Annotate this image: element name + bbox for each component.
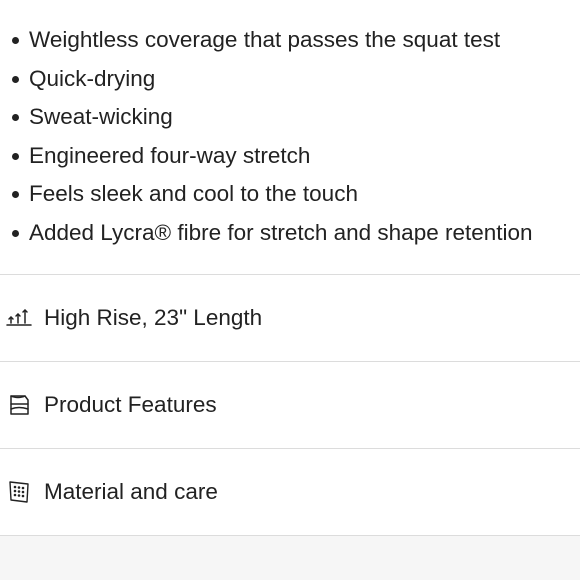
feature-item: Engineered four-way stretch xyxy=(12,140,580,179)
section-label: Product Features xyxy=(44,392,217,417)
footer-band xyxy=(0,536,580,580)
feature-list: Weightless coverage that passes the squa… xyxy=(0,0,580,255)
feature-item: Weightless coverage that passes the squa… xyxy=(12,24,580,63)
product-features-icon xyxy=(6,392,32,418)
material-care-icon xyxy=(6,479,32,505)
bullet-dot xyxy=(12,75,19,83)
product-details-panel: Weightless coverage that passes the squa… xyxy=(0,0,580,580)
bullet-dot xyxy=(12,114,19,121)
section-label: High Rise, 23" Length xyxy=(44,305,263,330)
section-product-features[interactable]: Product Features xyxy=(0,362,580,448)
section-material-care[interactable]: Material and care xyxy=(0,449,580,535)
bullet-dot xyxy=(12,191,19,198)
bullet-dot xyxy=(12,229,19,237)
feature-item: Added Lycra® fibre for stretch and shape… xyxy=(12,217,580,256)
bullet-dot xyxy=(12,37,19,44)
rise-length-icon xyxy=(6,305,32,331)
feature-item: Feels sleek and cool to the touch xyxy=(12,178,580,217)
feature-item: Quick-drying xyxy=(12,63,580,102)
section-label: Material and care xyxy=(44,479,218,504)
bullet-dot xyxy=(12,152,19,160)
feature-item: Sweat-wicking xyxy=(12,101,580,140)
section-rise-length[interactable]: High Rise, 23" Length xyxy=(0,275,580,361)
